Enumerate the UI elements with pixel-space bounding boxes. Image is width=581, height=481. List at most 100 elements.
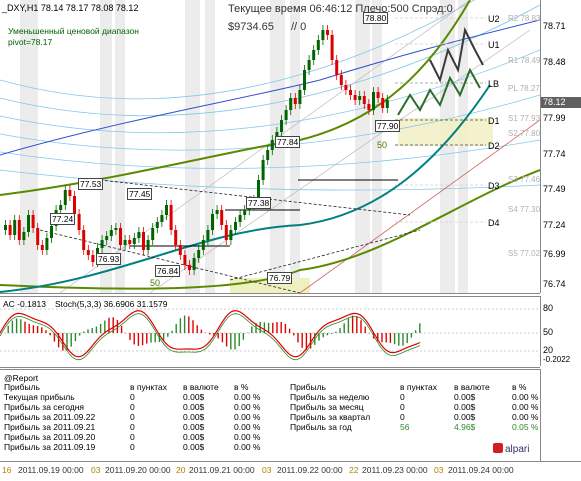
report-cell: Прибыль за 2011.09.22 — [4, 412, 96, 422]
candle-body — [22, 232, 26, 240]
scale-tick: 76.74 — [543, 279, 566, 289]
candle-body — [201, 240, 205, 250]
report-cell: 0.00 % — [234, 432, 261, 442]
candle-body — [243, 210, 247, 215]
session-stripe — [355, 0, 370, 293]
candle-body — [132, 238, 136, 244]
scale-tick: 77.49 — [543, 184, 566, 194]
candle-body — [63, 190, 67, 205]
candle-body — [123, 240, 127, 245]
time-axis-label: 2011.09.23 00:00 — [362, 465, 428, 475]
candle-body — [381, 98, 385, 108]
pivot-label-pl: PL 78.27 — [508, 84, 540, 93]
candle-body — [105, 236, 109, 240]
report-cell: 0.00$ — [454, 392, 476, 402]
candle-body — [188, 265, 191, 270]
candle-body — [284, 110, 288, 120]
scale-tick: 77.99 — [543, 113, 566, 123]
pivot-label: pivot=78.17 — [8, 37, 53, 47]
candle-body — [220, 210, 224, 225]
candle-body — [119, 228, 122, 245]
report-cell: 0.00 % — [512, 412, 539, 422]
candle-body — [234, 222, 237, 230]
level-D1: D1 — [488, 116, 500, 126]
ac-indicator-label: AC -0.1813 — [3, 299, 46, 309]
candle-body — [109, 230, 113, 236]
report-panel: @Report Прибыль в пунктах в валюте в % Текущ… — [0, 369, 540, 462]
price-box-76.84: 76.84 — [155, 265, 181, 277]
price-box-77.90: 77.90 — [375, 120, 401, 132]
scale-tick: 78.48 — [543, 57, 566, 67]
scale-tick: 76.99 — [543, 249, 566, 259]
candle-body — [73, 196, 76, 214]
level-D4: D4 — [488, 218, 500, 228]
report-cell: 0.00$ — [454, 412, 476, 422]
report-header-cell: в валюте — [454, 382, 490, 392]
report-cell: 0.00 % — [234, 422, 261, 432]
candle-body — [372, 92, 375, 110]
price-box-78.80: 78.80 — [363, 12, 389, 24]
report-header-cell: в пунктах — [130, 382, 168, 392]
candle-body — [160, 215, 164, 222]
report-cell: 0.00 % — [234, 412, 261, 422]
level-LB: LB — [488, 79, 500, 89]
candle-body — [266, 150, 270, 160]
candle-body — [151, 228, 155, 240]
price-box-77.38: 77.38 — [246, 197, 272, 209]
report-cell: Прибыль за 2011.09.21 — [4, 422, 96, 432]
scale-tick: 77.74 — [543, 149, 566, 159]
pivot-label-s1: S1 77.93 — [508, 114, 541, 123]
candle-body — [165, 205, 168, 215]
report-cell: 0 — [400, 392, 405, 402]
candle-body — [215, 210, 219, 214]
candle-body — [137, 232, 141, 238]
report-cell: 0.00$ — [183, 402, 205, 412]
stochastic-label: Stoch(5,3,3) 36.6906 31.1579 — [55, 299, 168, 309]
candle-body — [316, 40, 320, 50]
candle-body — [206, 230, 210, 240]
dashed-trend — [229, 229, 421, 281]
pivot-label-r2: R2 78.83 — [508, 14, 541, 23]
candle-body — [183, 255, 187, 265]
time-axis[interactable]: 16 2011.09.19 00:00 03 2011.09.20 00:00 20 20… — [0, 461, 581, 481]
candle-body — [330, 35, 334, 60]
price-chart-canvas — [0, 0, 540, 293]
report-cell: 0.00$ — [454, 402, 476, 412]
report-header-cell: Прибыль — [4, 382, 40, 392]
main-price-chart[interactable]: _DXY,H1 78.14 78.17 78.08 78.12 Текущее … — [0, 0, 540, 294]
report-cell: 0.05 % — [512, 422, 539, 432]
report-scale-area — [540, 369, 581, 461]
time-axis-label: 16 — [2, 465, 12, 475]
candle-body — [178, 245, 182, 255]
candle-body — [312, 50, 316, 60]
candle-body — [197, 250, 201, 258]
report-cell: Прибыль за квартал — [290, 412, 371, 422]
report-cell: 0.00 % — [512, 392, 539, 402]
price-box-76.93: 76.93 — [96, 253, 122, 265]
dashed-trend — [39, 229, 301, 293]
time-axis-label: 2011.09.22 00:00 — [277, 465, 343, 475]
candle-body — [298, 90, 302, 104]
candle-body — [13, 220, 17, 235]
report-header-cell: в % — [234, 382, 249, 392]
open-positions: // 0 — [291, 21, 307, 33]
terminal-info-line: Текущее время 06:46:12 Плечо:500 Спрэд:0 — [228, 3, 453, 15]
scale-tick: 78.71 — [543, 21, 566, 31]
report-cell: 0 — [130, 442, 135, 452]
candle-body — [289, 98, 293, 110]
level-D2: D2 — [488, 141, 500, 151]
candle-body — [27, 215, 30, 232]
report-cell: 0 — [130, 422, 135, 432]
report-cell: 0.00$ — [183, 432, 205, 442]
candle-body — [91, 255, 95, 262]
level-U2: U2 — [488, 14, 500, 24]
oscillator-panel[interactable]: AC -0.1813 Stoch(5,3,3) 36.6906 31.1579 — [0, 296, 540, 368]
candle-body — [238, 215, 242, 222]
report-header-cell: в валюте — [183, 382, 219, 392]
price-scale[interactable]: 78.71 78.48 78.12 77.99 77.74 77.49 77.2… — [540, 0, 581, 293]
report-cell: 0.00 % — [234, 402, 261, 412]
candle-body — [362, 96, 366, 104]
report-cell: 0.00$ — [183, 412, 205, 422]
pivot-label-s3: S3 77.46 — [508, 175, 541, 184]
report-cell: 0.00$ — [183, 442, 205, 452]
